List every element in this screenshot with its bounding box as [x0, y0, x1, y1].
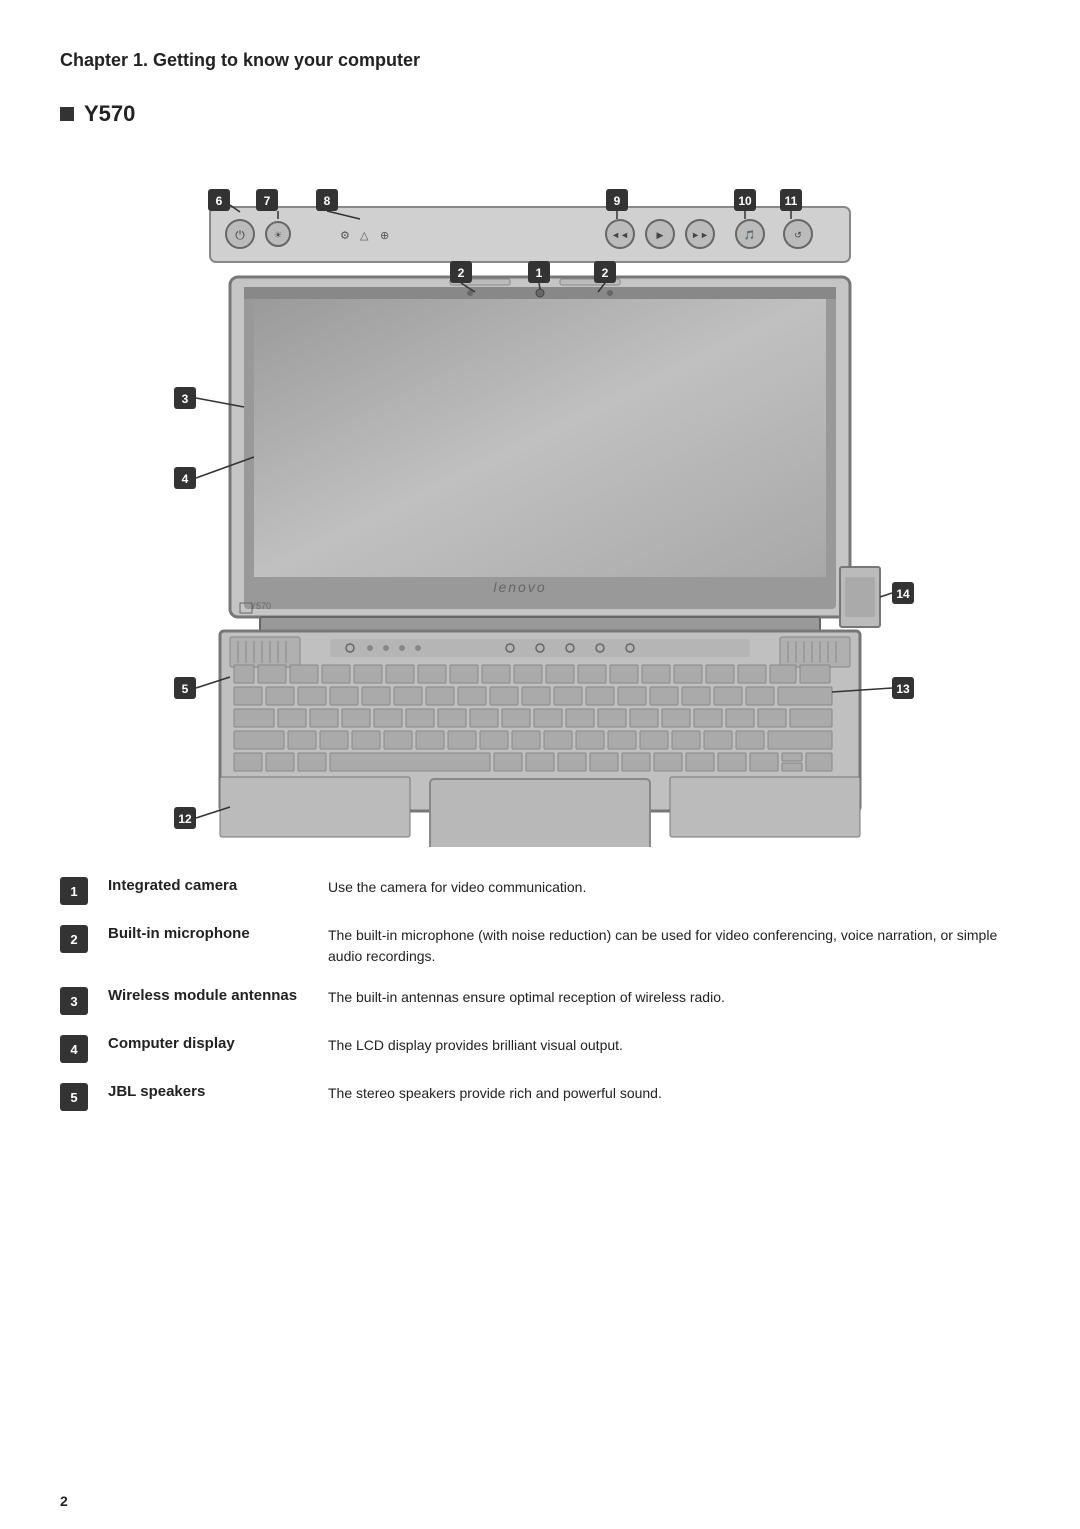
desc-num-4: 4	[60, 1035, 88, 1063]
svg-text:🎵: 🎵	[744, 230, 755, 240]
svg-text:►►: ►►	[691, 230, 709, 240]
desc-label-3: Wireless module antennas	[108, 987, 308, 1004]
desc-num-5: 5	[60, 1083, 88, 1111]
svg-text:2: 2	[458, 266, 465, 280]
laptop-diagram-container: ⏻ ☀ ⚙ △ ⊕ ◄◄ ▶ ►► 🎵 ↺	[130, 147, 950, 847]
svg-text:⏻: ⏻	[235, 228, 245, 242]
desc-item-5: 5 JBL speakers The stereo speakers provi…	[60, 1083, 1020, 1111]
svg-text:4: 4	[182, 472, 189, 486]
desc-text-4: The LCD display provides brilliant visua…	[328, 1035, 623, 1056]
desc-item-2: 2 Built-in microphone The built-in micro…	[60, 925, 1020, 967]
svg-text:10: 10	[738, 194, 752, 208]
desc-label-2: Built-in microphone	[108, 925, 308, 942]
desc-text-3: The built-in antennas ensure optimal rec…	[328, 987, 725, 1008]
page-number: 2	[60, 1493, 68, 1509]
svg-text:1: 1	[536, 266, 543, 280]
svg-text:5: 5	[182, 682, 189, 696]
desc-text-1: Use the camera for video communication.	[328, 877, 586, 898]
chapter-title: Chapter 1. Getting to know your computer	[60, 50, 1020, 71]
svg-text:↺: ↺	[794, 230, 802, 240]
svg-text:△: △	[360, 230, 369, 242]
svg-text:6: 6	[216, 194, 223, 208]
desc-item-3: 3 Wireless module antennas The built-in …	[60, 987, 1020, 1015]
desc-num-2: 2	[60, 925, 88, 953]
svg-text:▶: ▶	[657, 230, 664, 240]
desc-text-2: The built-in microphone (with noise redu…	[328, 925, 1020, 967]
svg-text:12: 12	[178, 812, 192, 826]
description-list: 1 Integrated camera Use the camera for v…	[60, 877, 1020, 1111]
svg-text:⊕: ⊕	[380, 230, 389, 242]
desc-item-1: 1 Integrated camera Use the camera for v…	[60, 877, 1020, 905]
svg-text:11: 11	[785, 194, 798, 208]
svg-text:14: 14	[896, 587, 910, 601]
svg-text:Y570: Y570	[250, 601, 271, 611]
svg-text:7: 7	[264, 194, 271, 208]
svg-text:◄◄: ◄◄	[611, 230, 629, 240]
svg-text:⚙: ⚙	[340, 230, 350, 242]
model-title: Y570	[60, 101, 1020, 127]
desc-label-1: Integrated camera	[108, 877, 308, 894]
svg-text:9: 9	[614, 194, 621, 208]
desc-label-4: Computer display	[108, 1035, 308, 1052]
svg-text:☀: ☀	[274, 230, 282, 240]
svg-text:2: 2	[602, 266, 609, 280]
svg-text:lenovo: lenovo	[493, 579, 546, 595]
desc-num-3: 3	[60, 987, 88, 1015]
desc-text-5: The stereo speakers provide rich and pow…	[328, 1083, 662, 1104]
svg-text:13: 13	[896, 682, 910, 696]
desc-item-4: 4 Computer display The LCD display provi…	[60, 1035, 1020, 1063]
desc-label-5: JBL speakers	[108, 1083, 308, 1100]
laptop-diagram-svg: ⏻ ☀ ⚙ △ ⊕ ◄◄ ▶ ►► 🎵 ↺	[130, 147, 950, 847]
svg-text:3: 3	[182, 392, 189, 406]
desc-num-1: 1	[60, 877, 88, 905]
svg-text:8: 8	[324, 194, 331, 208]
